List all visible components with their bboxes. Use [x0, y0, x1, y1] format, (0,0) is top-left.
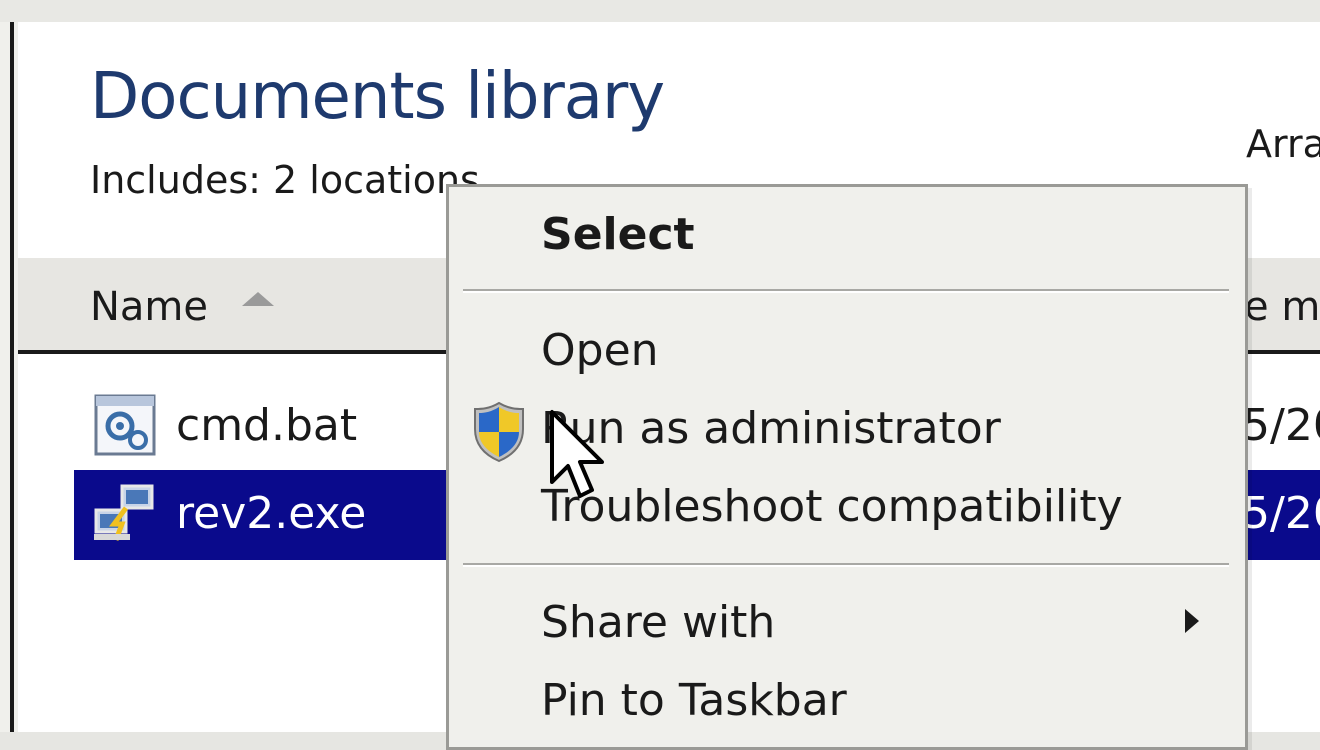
submenu-arrow-icon	[1185, 609, 1199, 633]
column-header-name[interactable]: Name	[90, 284, 208, 330]
arrange-by-label[interactable]: Arra	[1246, 122, 1320, 166]
file-date: 5/20	[1242, 488, 1320, 539]
menu-separator	[463, 563, 1229, 567]
file-date: 5/20	[1242, 400, 1320, 451]
batch-file-icon	[94, 394, 156, 456]
executable-icon	[94, 484, 154, 541]
menu-item-troubleshoot-compatibility[interactable]: Troubleshoot compatibility	[541, 481, 1123, 532]
menu-item-select[interactable]: Select	[541, 209, 695, 260]
sort-ascending-icon	[242, 292, 274, 306]
menu-separator	[463, 289, 1229, 293]
menu-item-pin-to-taskbar[interactable]: Pin to Taskbar	[541, 675, 847, 726]
column-header-date-modified[interactable]: e m	[1244, 284, 1320, 330]
library-title: Documents library	[90, 60, 665, 134]
library-includes-link[interactable]: Includes: 2 locations	[90, 158, 480, 202]
file-name: rev2.exe	[176, 488, 367, 539]
navigation-pane-border	[0, 22, 18, 732]
window-top-strip	[0, 0, 1320, 22]
menu-item-open[interactable]: Open	[541, 325, 659, 376]
menu-item-run-as-administrator[interactable]: Run as administrator	[541, 403, 1001, 454]
mouse-pointer-icon	[550, 410, 604, 498]
uac-shield-icon	[474, 401, 524, 463]
file-name: cmd.bat	[176, 400, 358, 451]
menu-item-share-with[interactable]: Share with	[541, 597, 775, 648]
